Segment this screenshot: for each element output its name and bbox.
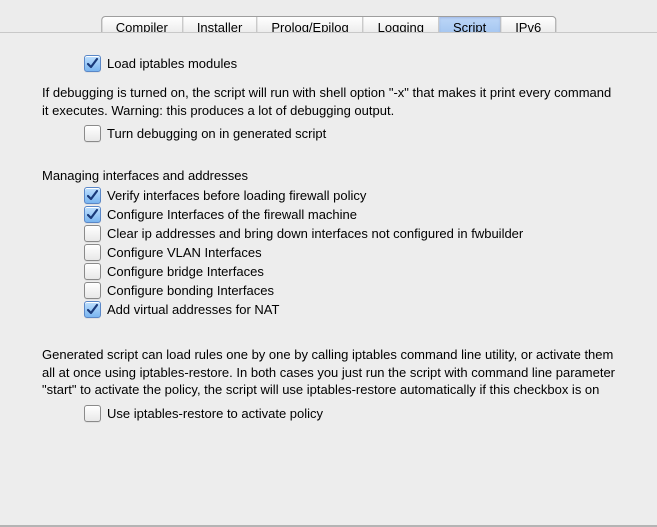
checkbox-clear-ip[interactable]	[84, 225, 101, 242]
settings-panel: Compiler Installer Prolog/Epilog Logging…	[0, 0, 657, 527]
checkbox-load-iptables[interactable]	[84, 55, 101, 72]
label-add-virtual-nat: Add virtual addresses for NAT	[107, 301, 279, 318]
checkbox-use-iptables-restore[interactable]	[84, 405, 101, 422]
row-turn-debugging: Turn debugging on in generated script	[84, 125, 615, 142]
label-clear-ip: Clear ip addresses and bring down interf…	[107, 225, 523, 242]
row-add-virtual-nat: Add virtual addresses for NAT	[84, 301, 615, 318]
label-turn-debugging: Turn debugging on in generated script	[107, 125, 326, 142]
checkbox-configure-bonding[interactable]	[84, 282, 101, 299]
label-verify-interfaces: Verify interfaces before loading firewal…	[107, 187, 366, 204]
row-configure-bridge: Configure bridge Interfaces	[84, 263, 615, 280]
checkbox-add-virtual-nat[interactable]	[84, 301, 101, 318]
row-configure-vlan: Configure VLAN Interfaces	[84, 244, 615, 261]
row-load-iptables: Load iptables modules	[84, 55, 615, 72]
checkbox-configure-bridge[interactable]	[84, 263, 101, 280]
checkbox-configure-interfaces[interactable]	[84, 206, 101, 223]
debug-description: If debugging is turned on, the script wi…	[42, 84, 615, 119]
label-load-iptables: Load iptables modules	[107, 55, 237, 72]
label-configure-vlan: Configure VLAN Interfaces	[107, 244, 262, 261]
label-configure-bonding: Configure bonding Interfaces	[107, 282, 274, 299]
label-use-iptables-restore: Use iptables-restore to activate policy	[107, 405, 323, 422]
row-use-iptables-restore: Use iptables-restore to activate policy	[84, 405, 615, 422]
label-configure-bridge: Configure bridge Interfaces	[107, 263, 264, 280]
row-configure-interfaces: Configure Interfaces of the firewall mac…	[84, 206, 615, 223]
row-clear-ip: Clear ip addresses and bring down interf…	[84, 225, 615, 242]
label-configure-interfaces: Configure Interfaces of the firewall mac…	[107, 206, 357, 223]
row-configure-bonding: Configure bonding Interfaces	[84, 282, 615, 299]
script-panel: Load iptables modules If debugging is tu…	[0, 32, 657, 527]
checkbox-turn-debugging[interactable]	[84, 125, 101, 142]
checkbox-verify-interfaces[interactable]	[84, 187, 101, 204]
row-verify-interfaces: Verify interfaces before loading firewal…	[84, 187, 615, 204]
heading-interfaces: Managing interfaces and addresses	[42, 168, 615, 183]
checkbox-configure-vlan[interactable]	[84, 244, 101, 261]
restore-description: Generated script can load rules one by o…	[42, 346, 615, 399]
